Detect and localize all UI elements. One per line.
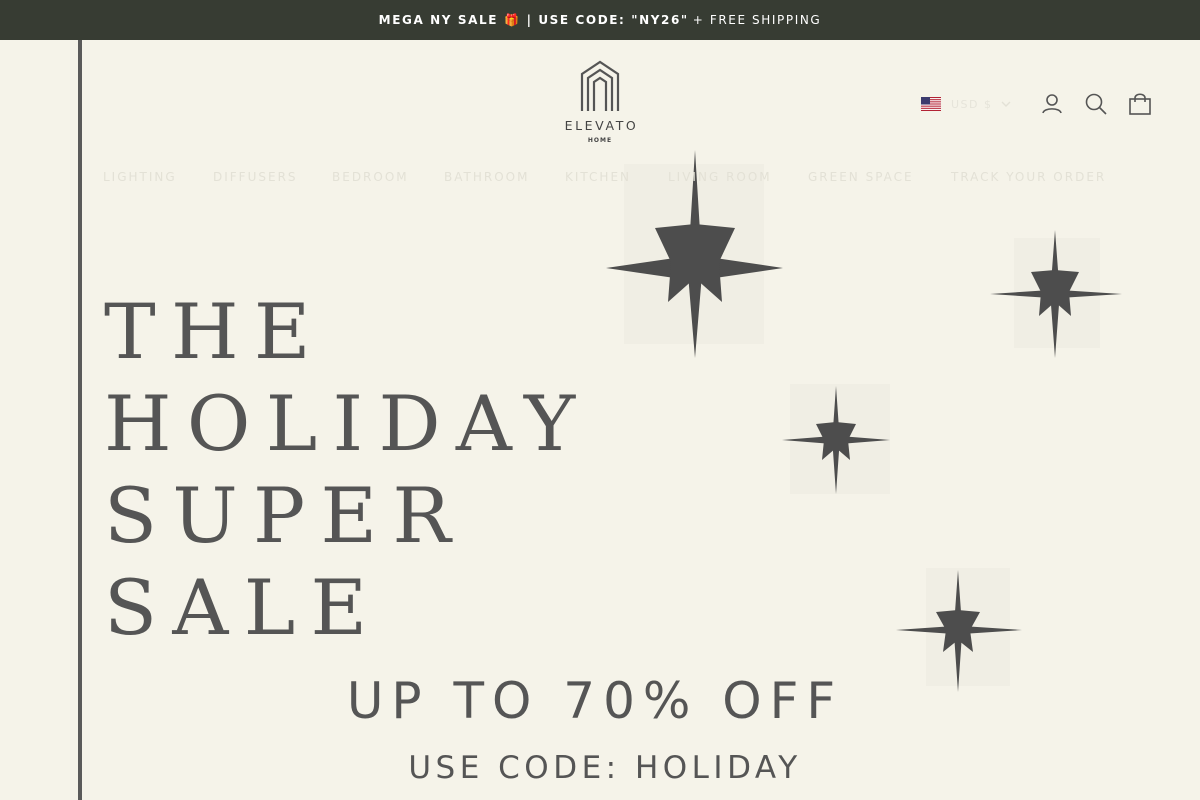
headline-line-4: SALE [104,563,383,652]
nav-item-bedroom[interactable]: BEDROOM [332,170,409,184]
nav-item-track-order[interactable]: TRACK YOUR ORDER [951,170,1106,184]
search-icon[interactable] [1084,92,1108,116]
logo-sub-text: HOME [587,137,613,144]
gift-icon: 🎁 [504,13,521,27]
cart-icon[interactable] [1128,92,1152,116]
hero-offer-text: UP TO 70% OFF [346,672,844,730]
nav-item-bathroom[interactable]: BATHROOM [444,170,529,184]
announcement-code-text: | USE CODE: "NY26" [526,13,689,27]
sparkle-icon [894,568,1024,694]
headline-line-1: THE [104,287,326,376]
hero-headline: THE HOLIDAY SUPER SALE [104,286,591,654]
announcement-sale-text: MEGA NY SALE [378,13,499,27]
sparkle-icon [988,224,1124,364]
hero-banner[interactable]: ELEVATO HOME USD $ LIGHTING DIFFUSERS BE… [0,40,1200,800]
us-flag-icon [921,97,941,111]
sparkle-icon [780,384,894,498]
headline-line-3: SUPER [104,471,467,560]
headline-line-2: HOLIDAY [104,379,591,468]
currency-label: USD $ [951,97,993,111]
nav-item-diffusers[interactable]: DIFFUSERS [213,170,298,184]
nav-item-living-room[interactable]: LIVING ROOM [668,170,772,184]
account-icon[interactable] [1040,92,1064,116]
nav-item-kitchen[interactable]: KITCHEN [565,170,631,184]
logo-house-icon [580,60,620,111]
announcement-shipping-text: + FREE SHIPPING [692,13,822,27]
announcement-bar: MEGA NY SALE 🎁 | USE CODE: "NY26" + FREE… [0,0,1200,40]
decorative-vertical-line [78,40,82,800]
hero-code-text: USE CODE: HOLIDAY [408,750,802,786]
nav-item-green-space[interactable]: GREEN SPACE [808,170,914,184]
nav-item-lighting[interactable]: LIGHTING [103,170,177,184]
logo-brand-text: ELEVATO [564,118,639,133]
main-nav: LIGHTING DIFFUSERS BEDROOM BATHROOM KITC… [103,170,1113,188]
store-logo[interactable]: ELEVATO HOME [550,60,650,144]
currency-selector[interactable]: USD $ [921,96,1011,112]
chevron-down-icon [1001,101,1010,107]
